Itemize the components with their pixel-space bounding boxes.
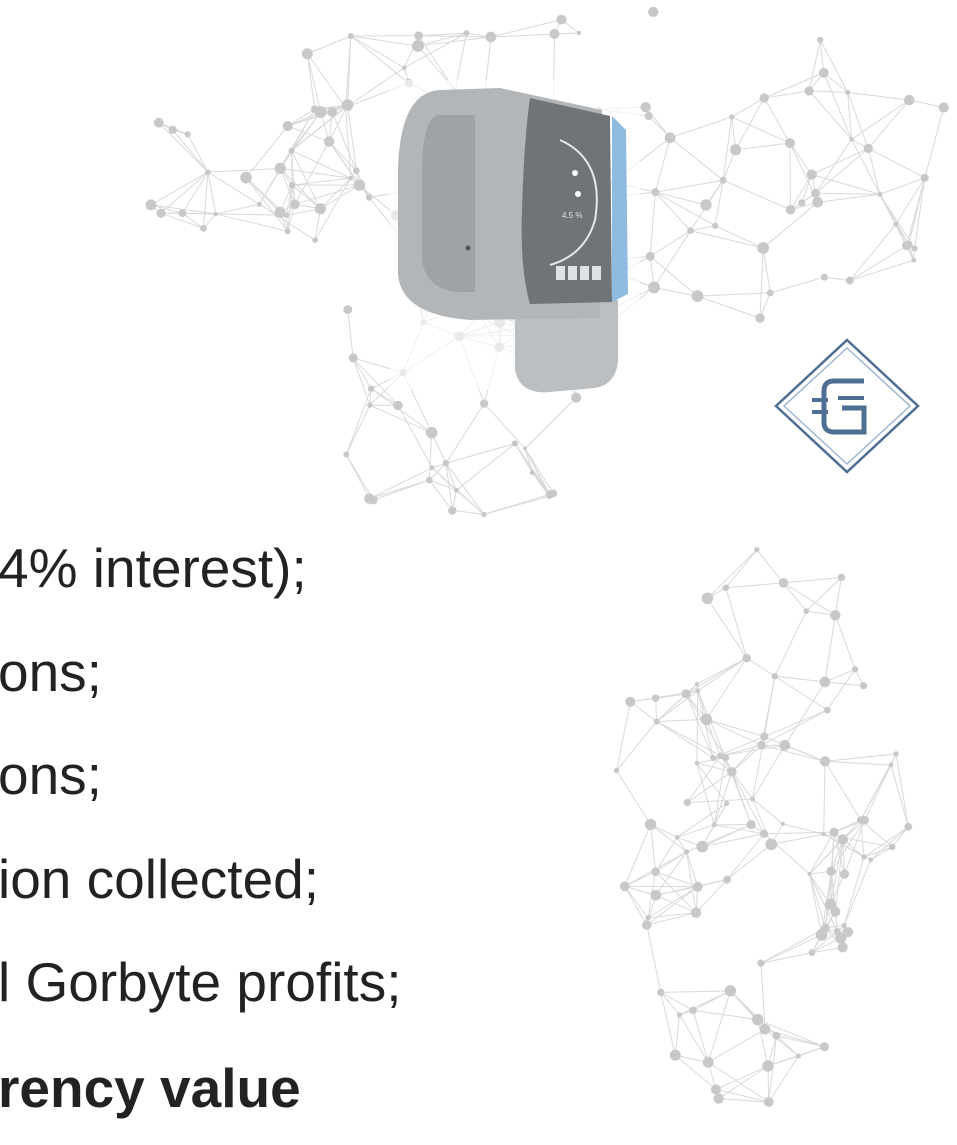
text-line-5: l Gorbyte profits; <box>0 951 402 1013</box>
text-line-6: rency value <box>0 1057 301 1119</box>
text-line-3: ons; <box>0 744 102 806</box>
text-line-1: 4% interest); <box>0 537 307 599</box>
text-line-4: ion collected; <box>0 848 320 910</box>
text-block: 4% interest); ons; ons; ion collected; l… <box>0 0 957 1145</box>
text-line-2: ons; <box>0 641 102 703</box>
